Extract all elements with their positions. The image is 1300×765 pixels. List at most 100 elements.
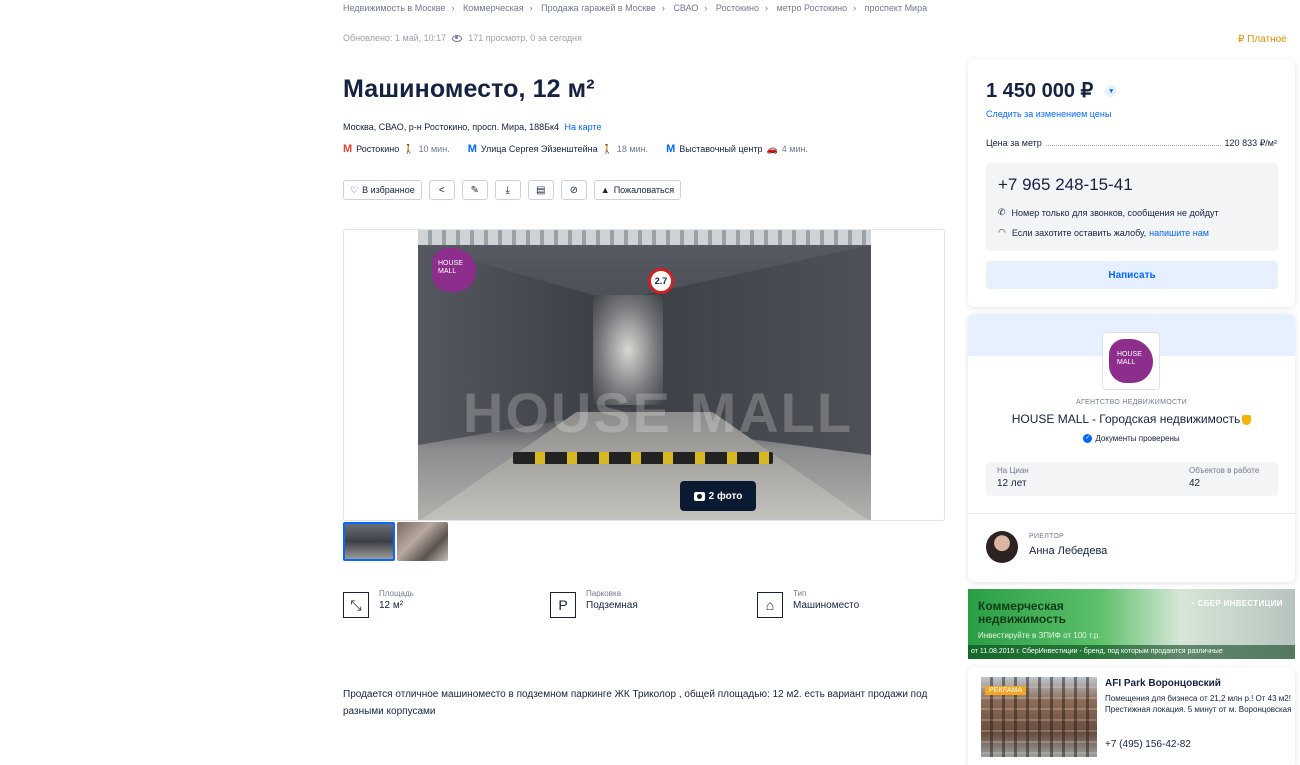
shield-icon — [1242, 414, 1252, 425]
feature-area: ⤡ Площадь 12 м² — [343, 589, 550, 618]
banner-subtitle: Инвестируйте в ЗПИФ от 100 т.р. — [978, 631, 1101, 640]
price-value: 1 450 000 ₽ — [986, 80, 1094, 102]
chevron-down-icon[interactable]: ▾ — [1105, 84, 1118, 97]
avatar[interactable] — [986, 531, 1018, 563]
metro-station[interactable]: M Улица Сергея Эйзенштейна 🚶 18 мин. — [468, 143, 648, 155]
metro-time: 4 мин. — [781, 144, 808, 154]
breadcrumb-item[interactable]: Недвижимость в Москве — [343, 3, 445, 13]
support-icon: ◠ — [998, 227, 1006, 237]
agency-name[interactable]: HOUSE MALL - Городская недвижимость — [968, 412, 1295, 426]
height-sign: 2.7 — [648, 268, 674, 294]
ad-title[interactable]: AFI Park Воронцовский — [1105, 678, 1221, 689]
photo-gallery[interactable]: HOUSE MALL HOUSE MALL 2.7 2 фото — [343, 229, 945, 521]
feature-label: Парковка — [586, 589, 622, 598]
complain-label: Пожаловаться — [613, 185, 675, 195]
thumbnail[interactable] — [397, 522, 448, 561]
metro-icon: M — [666, 143, 676, 155]
objects-value: 42 — [1189, 478, 1201, 489]
objects-label: Объектов в работе — [1189, 466, 1260, 475]
address: Москва, СВАО, р-н Ростокино, просп. Мира… — [343, 122, 601, 132]
feature-label: Тип — [793, 589, 807, 598]
metro-name: Ростокино — [356, 144, 400, 154]
price-per-meter: Цена за метр 120 833 ₽/м² — [986, 138, 1277, 149]
walk-icon: 🚶 — [601, 143, 613, 154]
map-link[interactable]: На карте — [564, 122, 601, 132]
banner-title-line: недвижимость — [978, 612, 1066, 626]
thumbnail-strip — [343, 522, 448, 561]
thumbnail[interactable] — [343, 522, 395, 561]
heart-icon: ♡ — [350, 184, 359, 195]
download-button[interactable]: ⤓ — [494, 180, 521, 200]
phone-icon: ✆ — [998, 207, 1006, 217]
breadcrumb-item[interactable]: проспект Мира — [865, 3, 927, 13]
feature-value: Подземная — [586, 600, 638, 611]
share-button[interactable]: < — [428, 180, 455, 200]
edit-button[interactable]: ✎ — [461, 180, 488, 200]
phone-note: ✆ Номер только для звонков, сообщения не… — [998, 207, 1219, 218]
phone-number[interactable]: +7 965 248-15-41 — [998, 175, 1133, 195]
photo-count-button[interactable]: 2 фото — [680, 481, 756, 511]
page-title: Машиноместо, 12 м² — [343, 75, 595, 103]
docs-text: Документы проверены — [1095, 434, 1180, 443]
on-cian-label: На Циан — [997, 466, 1029, 475]
phone-note-text: Номер только для звонков, сообщения не д… — [1011, 207, 1219, 218]
complaint-note: ◠ Если захотите оставить жалобу, напишит… — [998, 227, 1209, 238]
complaint-note-text: Если захотите оставить жалобу, — [1011, 227, 1147, 238]
follow-price-link[interactable]: Следить за изменением цены — [986, 109, 1111, 119]
metro-name: Улица Сергея Эйзенштейна — [480, 144, 598, 154]
divider — [968, 513, 1295, 514]
metro-icon: M — [343, 143, 353, 155]
metro-time: 10 мин. — [418, 144, 450, 154]
breadcrumb-item[interactable]: СВАО — [673, 3, 698, 13]
realtor-role: РИЕЛТОР — [1029, 533, 1065, 540]
breadcrumb-item[interactable]: Ростокино — [716, 3, 759, 13]
metro-list: M Ростокино 🚶 10 мин. M Улица Сергея Эйз… — [343, 143, 808, 155]
sber-logo: ◔ СБЕР ИНВЕСТИЦИИ — [1190, 599, 1283, 608]
banner-title: Коммерческая недвижимость — [978, 600, 1066, 626]
breadcrumb-item[interactable]: метро Ростокино — [777, 3, 848, 13]
feature-parking: P Парковка Подземная — [550, 589, 757, 618]
ad-badge: РЕКЛАМА — [985, 686, 1027, 695]
share-icon: < — [438, 184, 445, 196]
action-bar: ♡ В избранное < ✎ ⤓ ▤ ⊘ ▲ Пожаловаться — [343, 180, 682, 200]
favorite-label: В избранное — [362, 185, 415, 195]
area-icon: ⤡ — [343, 592, 369, 618]
house-mall-logo: HOUSE MALL — [432, 248, 476, 292]
ad-text: Помещения для бизнеса от 21,2 млн р.! От… — [1105, 694, 1292, 714]
docs-verified: ✓ Документы проверены — [968, 434, 1295, 444]
listing-meta: Обновлено: 1 май, 10:17 171 просмотр, 0 … — [343, 33, 582, 43]
feature-value: Машиноместо — [793, 600, 860, 611]
banner-disclaimer: от 11.08.2015 г. СберИнвестиции - бренд,… — [968, 645, 1295, 659]
write-us-link[interactable]: напишите нам — [1149, 228, 1209, 238]
ad-phone[interactable]: +7 (495) 156-42-82 — [1105, 739, 1191, 750]
print-button[interactable]: ▤ — [527, 180, 554, 200]
complain-button[interactable]: ▲ Пожаловаться — [593, 180, 682, 200]
printer-icon: ▤ — [536, 184, 546, 196]
feature-value: 12 м² — [379, 600, 404, 611]
agency-logo[interactable]: HOUSE MALL — [1102, 332, 1160, 390]
realtor-name[interactable]: Анна Лебедева — [1029, 545, 1107, 557]
price: 1 450 000 ₽ ▾ — [986, 78, 1118, 103]
eye-icon — [452, 34, 463, 42]
metro-icon: M — [467, 143, 477, 155]
views-count[interactable]: 171 просмотр, 0 за сегодня — [468, 33, 582, 43]
metro-station[interactable]: M Ростокино 🚶 10 мин. — [343, 143, 450, 155]
address-text: Москва, СВАО, р-н Ростокино, просп. Мира… — [343, 122, 559, 132]
main-photo[interactable]: HOUSE MALL HOUSE MALL 2.7 2 фото — [418, 230, 871, 520]
breadcrumb-item[interactable]: Коммерческая — [463, 3, 524, 13]
parking-icon: P — [550, 592, 576, 618]
metro-name: Выставочный центр — [679, 144, 763, 154]
camera-icon — [693, 491, 705, 501]
agency-name-text: HOUSE MALL - Городская недвижимость — [1011, 412, 1241, 426]
breadcrumb-item[interactable]: Продажа гаражей в Москве — [541, 3, 656, 13]
write-button[interactable]: Написать — [986, 261, 1278, 289]
per-meter-label: Цена за метр — [986, 138, 1042, 148]
agency-type: АГЕНТСТВО НЕДВИЖИМОСТИ — [1075, 399, 1188, 406]
feature-label: Площадь — [379, 589, 414, 598]
on-cian-value: 12 лет — [997, 478, 1027, 489]
hide-button[interactable]: ⊘ — [560, 180, 587, 200]
favorite-button[interactable]: ♡ В избранное — [343, 180, 422, 200]
agency-logo-text: HOUSE MALL — [1109, 339, 1153, 383]
metro-station[interactable]: M Выставочный центр 🚗 4 мин. — [666, 143, 808, 155]
updated-date: Обновлено: 1 май, 10:17 — [343, 33, 447, 43]
